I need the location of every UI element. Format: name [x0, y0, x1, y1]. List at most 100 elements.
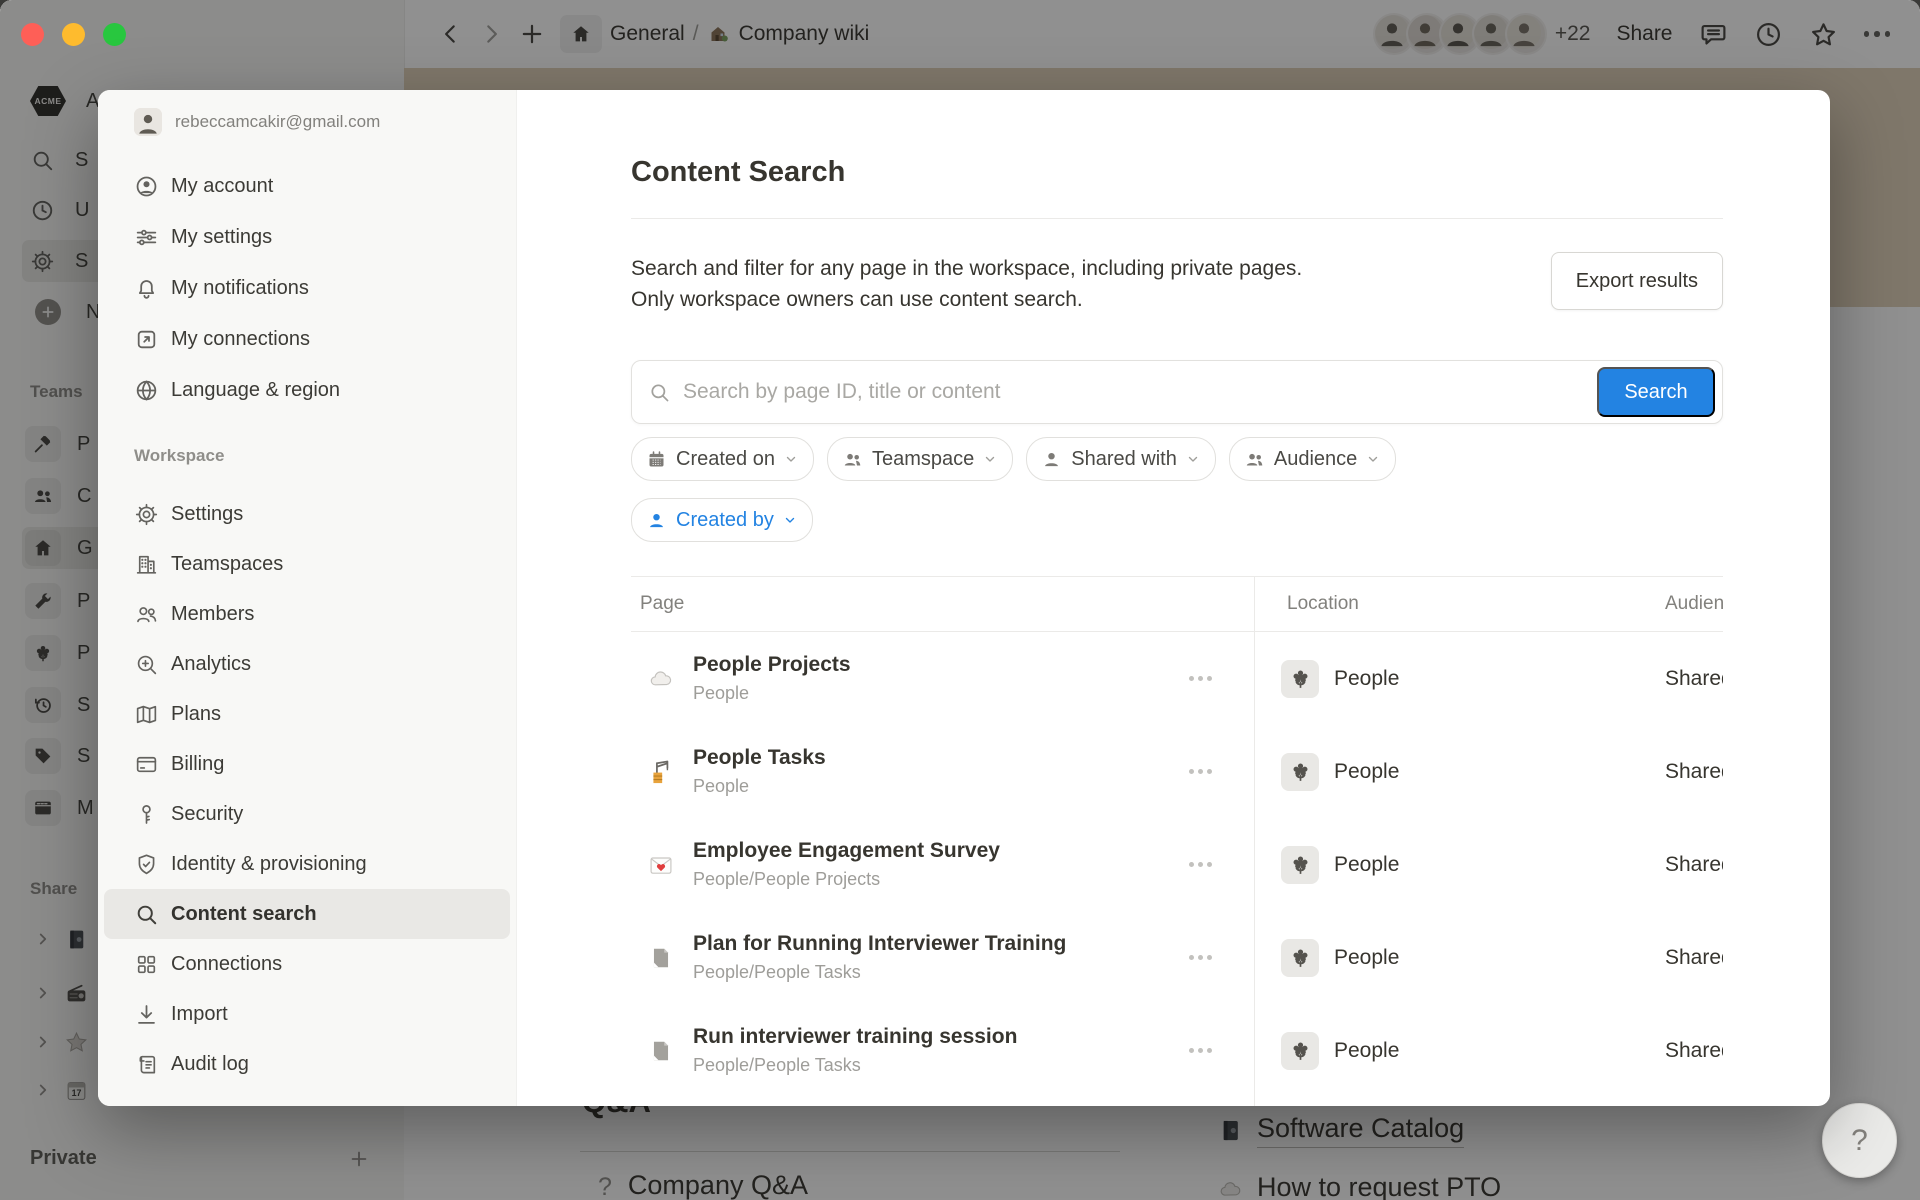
row-actions-icon[interactable]	[1189, 1048, 1212, 1053]
location-value[interactable]: People	[1334, 853, 1399, 877]
import-icon	[134, 1002, 159, 1027]
credit-card-icon	[134, 752, 159, 777]
settings-sidebar: rebeccamcakir@gmail.com My account My se…	[98, 90, 517, 1106]
person-icon	[1041, 449, 1062, 470]
table-row[interactable]: People Tasks People People Shared	[631, 725, 1723, 818]
filter-label: Shared with	[1071, 448, 1177, 471]
row-actions-icon[interactable]	[1189, 676, 1212, 681]
app-window: General / Company wiki +22 Share	[0, 0, 1920, 1200]
settings-nav-label: Members	[171, 603, 254, 626]
teamspace-flower-icon	[1281, 753, 1319, 791]
zoom-window-button[interactable]	[103, 23, 126, 46]
page-title[interactable]: Plan for Running Interviewer Training	[693, 932, 1066, 956]
chevron-down-icon	[783, 513, 797, 527]
filter-label: Created by	[676, 509, 774, 532]
filter-label: Created on	[676, 448, 775, 471]
location-value[interactable]: People	[1334, 760, 1399, 784]
table-row[interactable]: People Projects People People Shared	[631, 632, 1723, 725]
settings-nav-label: Teamspaces	[171, 553, 283, 576]
title-divider	[631, 218, 1723, 219]
bell-icon	[134, 276, 159, 301]
audience-value: Shared	[1665, 853, 1723, 877]
results-table: Page Location Audience People Projects P…	[631, 576, 1723, 1106]
magnifier-plus-icon	[134, 652, 159, 677]
teamspace-flower-icon	[1281, 1032, 1319, 1070]
filter-shared-with[interactable]: Shared with	[1026, 437, 1216, 481]
filter-label: Teamspace	[872, 448, 974, 471]
chevron-down-icon	[1186, 452, 1200, 466]
settings-nav-my-settings[interactable]: My settings	[98, 212, 516, 263]
people-icon	[134, 602, 159, 627]
settings-nav-label: Identity & provisioning	[171, 853, 367, 876]
window-controls	[21, 23, 126, 46]
column-header-location: Location	[1254, 593, 1665, 615]
table-row[interactable]: Run interviewer training session People/…	[631, 1004, 1723, 1097]
table-row[interactable]: Employee Engagement Survey People/People…	[631, 818, 1723, 911]
scroll-icon	[134, 1052, 159, 1077]
globe-icon	[134, 378, 159, 403]
search-icon	[134, 902, 159, 927]
search-input[interactable]	[681, 379, 1597, 405]
settings-nav-members[interactable]: Members	[98, 589, 516, 639]
crane-icon	[643, 758, 679, 786]
settings-nav-audit-log[interactable]: Audit log	[98, 1039, 516, 1089]
filter-label: Audience	[1274, 448, 1357, 471]
settings-nav-label: My connections	[171, 328, 310, 351]
settings-nav-label: Settings	[171, 503, 243, 526]
settings-nav-connections[interactable]: Connections	[98, 939, 516, 989]
column-divider	[1254, 576, 1255, 1106]
settings-nav-my-connections[interactable]: My connections	[98, 314, 516, 365]
settings-nav-analytics[interactable]: Analytics	[98, 639, 516, 689]
table-row[interactable]: Plan for Running Interviewer Training Pe…	[631, 911, 1723, 1004]
location-value[interactable]: People	[1334, 667, 1399, 691]
settings-nav-teamspaces[interactable]: Teamspaces	[98, 539, 516, 589]
settings-modal: rebeccamcakir@gmail.com My account My se…	[98, 90, 1830, 1106]
page-title[interactable]: People Tasks	[693, 746, 826, 770]
search-icon	[648, 381, 671, 404]
settings-nav-import[interactable]: Import	[98, 989, 516, 1039]
settings-nav-label: Plans	[171, 703, 221, 726]
minimize-window-button[interactable]	[62, 23, 85, 46]
help-button[interactable]: ?	[1822, 1103, 1897, 1178]
key-icon	[134, 802, 159, 827]
map-icon	[134, 702, 159, 727]
settings-nav-my-notifications[interactable]: My notifications	[98, 263, 516, 314]
filter-teamspace[interactable]: Teamspace	[827, 437, 1013, 481]
settings-nav-billing[interactable]: Billing	[98, 739, 516, 789]
row-actions-icon[interactable]	[1189, 769, 1212, 774]
page-title[interactable]: People Projects	[693, 653, 851, 677]
page-title[interactable]: Run interviewer training session	[693, 1025, 1017, 1049]
page-title: Content Search	[631, 156, 845, 189]
settings-nav-my-account[interactable]: My account	[98, 161, 516, 212]
arrow-up-right-square-icon	[134, 327, 159, 352]
settings-nav-plans[interactable]: Plans	[98, 689, 516, 739]
settings-nav-content-search[interactable]: Content search	[104, 889, 510, 939]
filter-audience[interactable]: Audience	[1229, 437, 1396, 481]
chevron-down-icon	[1366, 452, 1380, 466]
settings-nav-security[interactable]: Security	[98, 789, 516, 839]
search-button[interactable]: Search	[1597, 367, 1715, 417]
page-title[interactable]: Employee Engagement Survey	[693, 839, 1000, 863]
row-actions-icon[interactable]	[1189, 955, 1212, 960]
close-window-button[interactable]	[21, 23, 44, 46]
chevron-down-icon	[784, 452, 798, 466]
sliders-icon	[134, 225, 159, 250]
settings-nav-label: Connections	[171, 953, 282, 976]
settings-nav-label: My settings	[171, 226, 272, 249]
person-icon	[646, 510, 667, 531]
teamspace-flower-icon	[1281, 939, 1319, 977]
filter-created-on[interactable]: Created on	[631, 437, 814, 481]
row-actions-icon[interactable]	[1189, 862, 1212, 867]
location-value[interactable]: People	[1334, 946, 1399, 970]
filter-created-by[interactable]: Created by	[631, 498, 813, 542]
column-header-audience: Audience	[1665, 593, 1723, 615]
settings-nav-language-region[interactable]: Language & region	[98, 365, 516, 416]
settings-nav-identity-provisioning[interactable]: Identity & provisioning	[98, 839, 516, 889]
settings-nav-settings[interactable]: Settings	[98, 489, 516, 539]
account-header: rebeccamcakir@gmail.com	[134, 108, 380, 136]
filter-chips-row-2: Created by	[631, 498, 813, 542]
export-results-button[interactable]: Export results	[1551, 252, 1723, 310]
shield-check-icon	[134, 852, 159, 877]
location-value[interactable]: People	[1334, 1039, 1399, 1063]
settings-nav-label: Security	[171, 803, 243, 826]
